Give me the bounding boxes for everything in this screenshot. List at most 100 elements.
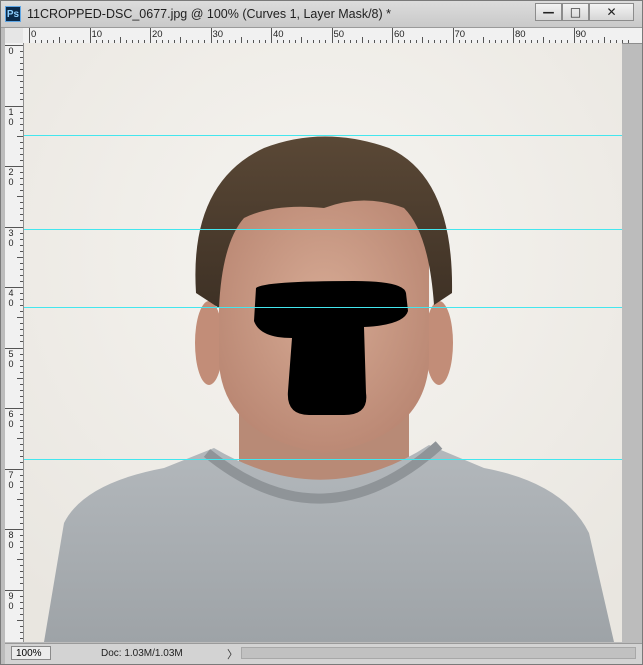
zoom-level-field[interactable]: 100% <box>11 646 51 660</box>
ruler-minor-tick <box>20 625 23 627</box>
ruler-minor-tick <box>20 178 23 180</box>
ruler-minor-tick <box>20 637 23 639</box>
document-title: 11CROPPED-DSC_0677.jpg @ 100% (Curves 1,… <box>27 7 391 21</box>
ruler-label: 0 <box>8 177 14 187</box>
ruler-major-tick <box>392 28 393 43</box>
ruler-minor-tick <box>20 202 23 204</box>
document-size-info[interactable]: Doc: 1.03M/1.03M <box>101 648 183 659</box>
ruler-label: 0 <box>31 29 37 40</box>
horizontal-guide <box>24 135 622 136</box>
ruler-label: 3 <box>8 227 14 238</box>
status-bar: 100% Doc: 1.03M/1.03M 〉 <box>5 643 642 664</box>
ruler-minor-tick <box>20 401 23 403</box>
ruler-minor-tick <box>17 135 23 137</box>
ruler-minor-tick <box>20 335 23 337</box>
ruler-minor-tick <box>20 480 23 482</box>
ruler-minor-tick <box>17 196 23 198</box>
ruler-minor-tick <box>20 172 23 174</box>
ruler-minor-tick <box>20 462 23 464</box>
ruler-label: 6 <box>8 409 14 419</box>
ruler-label: 90 <box>575 29 587 40</box>
right-ear <box>425 301 453 385</box>
ruler-label: 0 <box>8 116 14 127</box>
ruler-minor-tick <box>20 99 23 101</box>
horizontal-scrollbar[interactable] <box>241 647 636 659</box>
ruler-label: 0 <box>8 46 14 56</box>
ruler-origin-corner[interactable] <box>5 28 24 44</box>
ruler-minor-tick <box>20 371 23 373</box>
ruler-minor-tick <box>20 426 23 428</box>
ruler-minor-tick <box>20 613 23 615</box>
ruler-minor-tick <box>20 383 23 385</box>
ruler-minor-tick <box>20 220 23 222</box>
ruler-label: 70 <box>454 29 466 40</box>
ruler-minor-tick <box>627 40 629 43</box>
vertical-ruler[interactable]: 0102030405060708090 <box>5 43 24 642</box>
ruler-minor-tick <box>20 214 23 216</box>
title-bar[interactable]: Ps 11CROPPED-DSC_0677.jpg @ 100% (Curves… <box>1 1 642 28</box>
ruler-minor-tick <box>17 559 23 561</box>
ruler-major-tick <box>29 28 30 43</box>
ruler-minor-tick <box>20 456 23 458</box>
ruler-major-tick <box>452 28 454 43</box>
ruler-minor-tick <box>20 577 23 579</box>
ruler-minor-tick <box>20 595 23 597</box>
ruler-major-tick <box>271 28 272 43</box>
close-button[interactable]: ✕ <box>589 3 634 21</box>
ruler-minor-tick <box>20 129 23 131</box>
ruler-minor-tick <box>20 365 23 367</box>
ruler-minor-tick <box>20 250 23 252</box>
ruler-label: 0 <box>8 600 14 611</box>
ruler-minor-tick <box>17 317 23 319</box>
ruler-minor-tick <box>20 153 23 155</box>
ruler-minor-tick <box>20 93 23 95</box>
ruler-label: 40 <box>273 29 284 40</box>
ruler-label: 0 <box>8 540 14 550</box>
ruler-major-tick <box>89 28 91 43</box>
ruler-minor-tick <box>20 389 23 391</box>
ruler-minor-tick <box>20 51 23 53</box>
ruler-label: 20 <box>152 29 163 40</box>
ruler-label: 0 <box>8 298 14 308</box>
ruler-label: 9 <box>8 590 14 601</box>
horizontal-ruler[interactable]: 0 10 20 30 40 50 60 70 80 90 <box>23 28 642 44</box>
ruler-minor-tick <box>20 238 23 240</box>
ruler-minor-tick <box>20 359 23 361</box>
ruler-minor-tick <box>20 541 23 543</box>
ruler-label: 5 <box>8 348 14 359</box>
maximize-button[interactable]: □ <box>562 3 589 21</box>
ruler-label: 30 <box>212 29 224 40</box>
ruler-minor-tick <box>20 414 23 416</box>
ruler-minor-tick <box>17 256 23 258</box>
ruler-label: 0 <box>8 419 14 429</box>
ruler-minor-tick <box>20 474 23 476</box>
ruler-label: 8 <box>8 530 14 540</box>
ruler-minor-tick <box>20 244 23 246</box>
ruler-minor-tick <box>20 504 23 506</box>
horizontal-guide <box>24 459 622 460</box>
photo-image <box>24 43 622 642</box>
ruler-minor-tick <box>20 262 23 264</box>
horizontal-guide <box>24 307 622 308</box>
ruler-minor-tick <box>20 159 23 161</box>
status-menu-arrow-icon[interactable]: 〉 <box>227 646 238 662</box>
ruler-label: 80 <box>515 29 526 40</box>
ruler-minor-tick <box>20 631 23 633</box>
ruler-minor-tick <box>20 274 23 276</box>
ruler-minor-tick <box>17 377 23 379</box>
ruler-minor-tick <box>20 353 23 355</box>
ruler-minor-tick <box>20 293 23 295</box>
ruler-minor-tick <box>20 141 23 143</box>
ruler-minor-tick <box>20 486 23 488</box>
ruler-minor-tick <box>20 553 23 555</box>
image-canvas[interactable] <box>24 43 622 642</box>
ruler-minor-tick <box>20 280 23 282</box>
ruler-major-tick <box>150 28 151 43</box>
ruler-major-tick <box>513 28 514 43</box>
ruler-minor-tick <box>20 87 23 89</box>
ruler-major-tick <box>210 28 212 43</box>
ruler-label: 60 <box>394 29 405 40</box>
horizontal-guide <box>24 229 622 230</box>
minimize-button[interactable]: — <box>535 3 562 21</box>
left-ear <box>195 301 223 385</box>
